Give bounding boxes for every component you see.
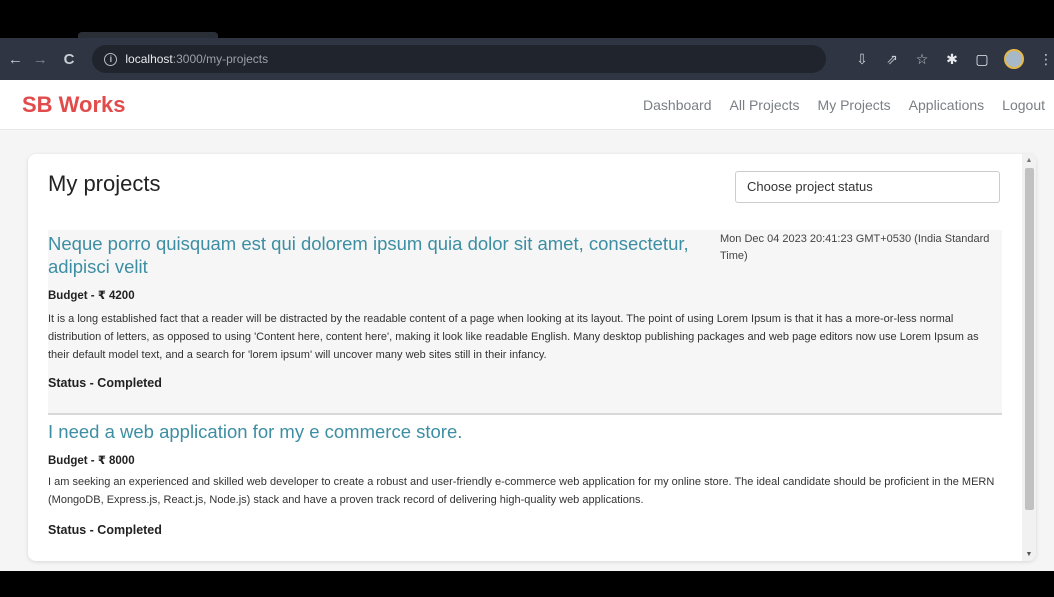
- project-budget: Budget - ₹ 4200: [48, 290, 135, 302]
- main-content: My projects Choose project status Neque …: [0, 131, 1054, 571]
- project-item[interactable]: Neque porro quisquam est qui dolorem ips…: [48, 230, 1002, 415]
- page-title: My projects: [48, 171, 161, 196]
- forward-arrow-icon[interactable]: →: [31, 51, 50, 68]
- profile-avatar[interactable]: [1004, 49, 1025, 69]
- browser-toolbar: ← → C i localhost:3000/my-projects ⇩ ⇗ ☆…: [0, 38, 1054, 80]
- brand-logo[interactable]: SB Works: [22, 92, 126, 118]
- project-title[interactable]: Neque porro quisquam est qui dolorem ips…: [48, 232, 720, 278]
- scroll-up-arrow-icon[interactable]: ▲: [1022, 157, 1036, 164]
- install-icon[interactable]: ⇩: [854, 51, 870, 68]
- project-header: Neque porro quisquam est qui dolorem ips…: [48, 230, 1002, 282]
- project-status-select[interactable]: Choose project status: [735, 171, 1000, 203]
- url-text[interactable]: localhost:3000/my-projects: [125, 52, 268, 66]
- project-status: Status - Completed: [48, 376, 162, 390]
- project-status: Status - Completed: [48, 523, 162, 537]
- extensions-icon[interactable]: ✱: [944, 51, 960, 68]
- url-path: :3000/my-projects: [172, 52, 269, 66]
- project-date: Mon Dec 04 2023 20:41:23 GMT+0530 (India…: [720, 233, 990, 262]
- project-title[interactable]: I need a web application for my e commer…: [48, 420, 720, 443]
- project-budget: Budget - ₹ 8000: [48, 455, 135, 467]
- project-description: It is a long established fact that a rea…: [48, 313, 979, 361]
- nav-link-applications[interactable]: Applications: [909, 97, 985, 113]
- project-header: I need a web application for my e commer…: [48, 415, 1002, 445]
- scroll-down-arrow-icon[interactable]: ▼: [1022, 551, 1036, 558]
- nav-link-dashboard[interactable]: Dashboard: [643, 97, 712, 113]
- menu-icon[interactable]: ⋮: [1038, 51, 1054, 68]
- project-item[interactable]: I need a web application for my e commer…: [48, 415, 1002, 561]
- back-arrow-icon[interactable]: ←: [6, 51, 25, 68]
- info-icon[interactable]: i: [104, 52, 118, 66]
- nav-link-all-projects[interactable]: All Projects: [730, 97, 800, 113]
- bottom-letterbox: [0, 571, 1054, 597]
- nav-link-logout[interactable]: Logout: [1002, 97, 1045, 113]
- share-icon[interactable]: ⇗: [884, 51, 900, 68]
- nav-links: Dashboard All Projects My Projects Appli…: [643, 97, 1045, 113]
- nav-link-my-projects[interactable]: My Projects: [818, 97, 891, 113]
- projects-scroll-area[interactable]: My projects Choose project status Neque …: [48, 154, 1002, 561]
- star-icon[interactable]: ☆: [914, 51, 930, 68]
- top-navbar: SB Works Dashboard All Projects My Proje…: [0, 80, 1054, 130]
- project-description: I am seeking an experienced and skilled …: [48, 476, 995, 506]
- url-host: localhost: [125, 52, 173, 66]
- projects-card: My projects Choose project status Neque …: [28, 154, 1036, 561]
- sidebar-icon[interactable]: ▢: [974, 51, 990, 68]
- top-letterbox: [0, 0, 1054, 38]
- app-page: SB Works Dashboard All Projects My Proje…: [0, 80, 1054, 571]
- scroll-thumb[interactable]: [1025, 168, 1034, 510]
- vertical-scrollbar[interactable]: ▲ ▼: [1022, 154, 1036, 561]
- address-bar[interactable]: i localhost:3000/my-projects: [92, 45, 827, 73]
- reload-icon[interactable]: C: [60, 51, 79, 68]
